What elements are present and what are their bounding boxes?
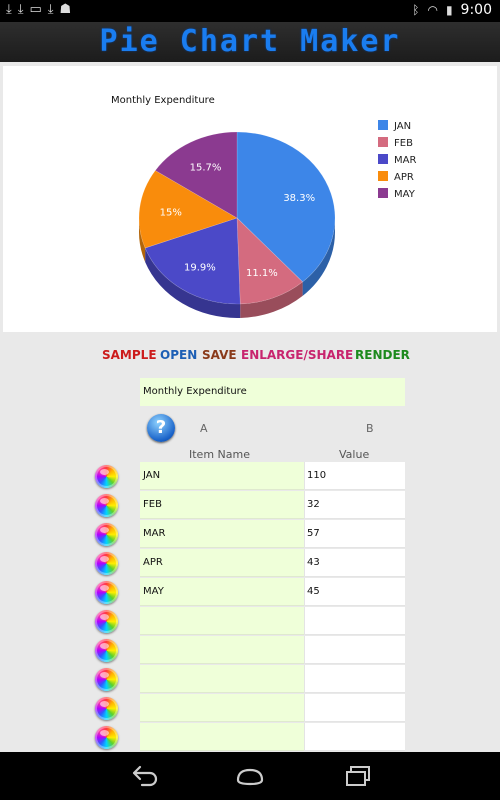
home-icon[interactable] (235, 764, 265, 788)
table-row: FEB 32 (0, 491, 500, 520)
enlarge-share-button[interactable]: ENLARGE/SHARE (241, 348, 353, 362)
legend-swatch (378, 120, 388, 130)
title-bar: Pie Chart Maker (0, 22, 500, 62)
value-cell[interactable] (304, 723, 405, 751)
column-letter-a: A (200, 422, 208, 435)
open-button[interactable]: OPEN (160, 348, 197, 362)
legend-swatch (378, 171, 388, 181)
clock: 9:00 (460, 2, 492, 18)
render-button[interactable]: RENDER (355, 348, 410, 362)
bluetooth-icon: ᛒ (412, 3, 420, 17)
item-name-cell[interactable] (140, 665, 304, 693)
value-cell[interactable]: 43 (304, 549, 405, 577)
item-name-cell[interactable]: APR (140, 549, 304, 577)
download-icon: ⤓ (47, 2, 54, 17)
item-name-cell[interactable]: MAR (140, 520, 304, 548)
color-picker-icon[interactable] (95, 639, 118, 662)
item-name-cell[interactable] (140, 694, 304, 722)
table-row (0, 607, 500, 636)
navigation-bar (0, 752, 500, 800)
value-cell[interactable] (304, 665, 405, 693)
value-cell[interactable]: 110 (304, 462, 405, 490)
table-row: MAR 57 (0, 520, 500, 549)
table-row: APR 43 (0, 549, 500, 578)
wifi-icon: ◠ (427, 3, 438, 17)
android-icon: ☗ (59, 2, 72, 17)
item-name-cell[interactable] (140, 607, 304, 635)
value-cell[interactable]: 45 (304, 578, 405, 606)
color-picker-icon[interactable] (95, 465, 118, 488)
header-value: Value (339, 448, 370, 461)
legend-label: FEB (394, 138, 413, 149)
value-cell[interactable] (304, 607, 405, 635)
download-icon: ⤓ (17, 2, 24, 17)
legend-label: MAR (394, 155, 416, 166)
value-cell[interactable]: 57 (304, 520, 405, 548)
legend-swatch (378, 137, 388, 147)
chart-panel: Monthly Expenditure 38.3% 11.1% 19.9% 15% 15.… (3, 66, 497, 332)
pie-chart: Monthly Expenditure 38.3% 11.1% 19.9% 15% 15.… (111, 95, 416, 318)
legend-swatch (378, 154, 388, 164)
pie-label: 38.3% (283, 193, 315, 204)
item-name-cell[interactable]: FEB (140, 491, 304, 519)
help-icon[interactable]: ? (147, 414, 175, 442)
download-icon: ⤓ (6, 2, 12, 17)
table-row (0, 636, 500, 665)
item-name-cell[interactable] (140, 636, 304, 664)
pie-label: 11.1% (246, 268, 278, 279)
color-picker-icon[interactable] (95, 523, 118, 546)
item-name-cell[interactable] (140, 723, 304, 751)
color-picker-icon[interactable] (95, 494, 118, 517)
table-row: JAN 110 (0, 462, 500, 491)
battery-icon: ▮ (445, 3, 453, 17)
recent-apps-icon[interactable] (343, 764, 373, 788)
pie-label: 15% (160, 207, 182, 218)
save-button[interactable]: SAVE (202, 348, 237, 362)
legend-label: JAN (393, 121, 411, 132)
header-item-name: Item Name (189, 448, 250, 461)
color-picker-icon[interactable] (95, 610, 118, 633)
legend-label: APR (394, 172, 414, 183)
table-row (0, 694, 500, 723)
chart-title-input[interactable]: Monthly Expenditure (140, 378, 405, 406)
color-picker-icon[interactable] (95, 726, 118, 749)
value-cell[interactable] (304, 694, 405, 722)
toolbar: SAMPLE OPEN SAVE ENLARGE/SHARE RENDER (0, 344, 500, 366)
legend-swatch (378, 188, 388, 198)
sd-card-icon: ▭ (29, 2, 42, 17)
status-bar: ⤓ ⤓ ▭ ⤓ ☗ ᛒ ◠ ▮ 9:00 (0, 0, 500, 22)
color-picker-icon[interactable] (95, 697, 118, 720)
value-cell[interactable] (304, 636, 405, 664)
item-name-cell[interactable]: JAN (140, 462, 304, 490)
table-row (0, 665, 500, 694)
sample-button[interactable]: SAMPLE (102, 348, 157, 362)
pie-label: 15.7% (190, 162, 222, 173)
table-row: MAY 45 (0, 578, 500, 607)
color-picker-icon[interactable] (95, 668, 118, 691)
app-title: Pie Chart Maker (99, 24, 401, 59)
table-row (0, 723, 500, 752)
legend-label: MAY (394, 189, 416, 200)
color-picker-icon[interactable] (95, 552, 118, 575)
back-icon[interactable] (130, 764, 160, 788)
item-name-cell[interactable]: MAY (140, 578, 304, 606)
value-cell[interactable]: 32 (304, 491, 405, 519)
pie-label: 19.9% (184, 263, 216, 274)
column-letter-b: B (366, 422, 374, 435)
color-picker-icon[interactable] (95, 581, 118, 604)
chart-title: Monthly Expenditure (111, 95, 215, 106)
